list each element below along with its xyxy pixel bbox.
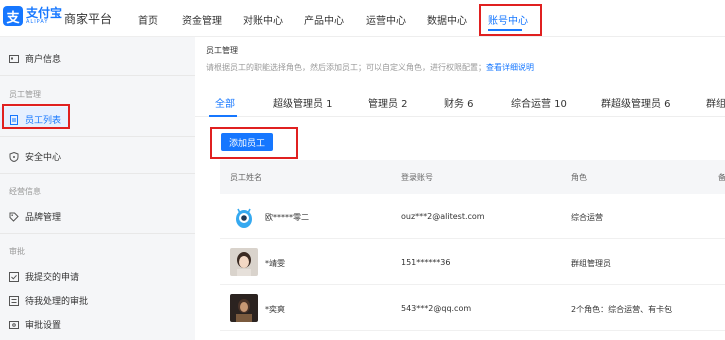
- sidebar-divider: [0, 136, 195, 137]
- top-navigation-bar: 支 支付宝 ALIPAY 商家平台 首页 资金管理 对账中心 产品中心 运营中心…: [0, 0, 725, 37]
- sidebar-item-pending[interactable]: 待我处理的审批: [9, 294, 88, 307]
- sidebar-item-label: 员工列表: [25, 116, 62, 126]
- alipay-logo-icon: 支: [3, 6, 23, 26]
- sidebar-item-label: 审批设置: [25, 321, 62, 331]
- sidebar-divider: [0, 173, 195, 174]
- logo-text-en: ALIPAY: [26, 19, 49, 25]
- table-header: 员工姓名 登录账号 角色 备: [220, 160, 725, 194]
- sidebar-group-approval: 审批: [9, 247, 25, 256]
- staff-role: 2个角色：综合运营、有卡包: [571, 305, 673, 314]
- alipay-logo[interactable]: 支 支付宝 ALIPAY: [3, 6, 62, 26]
- document-icon: [9, 114, 19, 125]
- topnav-account-center[interactable]: 账号中心: [488, 12, 528, 27]
- table-row[interactable]: *奕爽 543***2@qq.com 2个角色：综合运营、有卡包: [220, 286, 725, 331]
- tab-operations[interactable]: 综合运营 10: [511, 95, 567, 110]
- tab-active-indicator: [209, 115, 237, 117]
- avatar: [230, 202, 258, 230]
- column-header-remark: 备: [718, 173, 725, 182]
- sidebar-item-security[interactable]: 安全中心: [9, 150, 61, 163]
- tag-icon: [9, 212, 19, 222]
- sidebar-divider: [0, 75, 195, 76]
- sidebar-group-staff: 员工管理: [9, 90, 41, 99]
- topnav-data[interactable]: 数据中心: [427, 12, 467, 27]
- main-content: 员工管理 请根据员工的职能选择角色，然后添加员工；可以自定义角色，进行权限配置；…: [195, 37, 725, 340]
- checkbox-icon: [9, 271, 19, 282]
- sidebar-item-my-submitted[interactable]: 我提交的申请: [9, 270, 79, 283]
- sidebar-group-operation: 经营信息: [9, 187, 41, 196]
- sidebar-item-label: 品牌管理: [25, 213, 62, 223]
- sidebar: 商户信息 员工管理 员工列表 安全中心 经营信息 品牌管理 审批 我提交的申请: [0, 37, 195, 340]
- topnav-reconciliation[interactable]: 对账中心: [243, 12, 283, 27]
- staff-account: ouz***2@alitest.com: [401, 212, 485, 221]
- tab-all[interactable]: 全部: [215, 95, 235, 110]
- sidebar-item-label: 安全中心: [25, 153, 62, 163]
- staff-role: 群组管理员: [571, 259, 611, 268]
- staff-name: *奕爽: [265, 305, 285, 314]
- page-description: 请根据员工的职能选择角色，然后添加员工；可以自定义角色，进行权限配置；查看详细说…: [206, 62, 534, 73]
- column-header-role: 角色: [571, 173, 587, 182]
- settings-icon: [9, 320, 19, 330]
- staff-account: 543***2@qq.com: [401, 304, 472, 313]
- staff-name: 欧*****零二: [265, 213, 309, 222]
- logo-text-cn: 支付宝: [26, 6, 63, 20]
- table-row[interactable]: 欧*****零二 ouz***2@alitest.com 综合运营: [220, 194, 725, 239]
- page-title: 员工管理: [206, 46, 238, 55]
- topnav-operations[interactable]: 运营中心: [366, 12, 406, 27]
- page-description-text: 请根据员工的职能选择角色，然后添加员工；可以自定义角色，进行权限配置；: [206, 63, 486, 72]
- topnav-funds[interactable]: 资金管理: [182, 12, 222, 27]
- platform-name: 商家平台: [64, 12, 113, 26]
- sidebar-item-label: 待我处理的审批: [25, 297, 89, 307]
- tab-admin[interactable]: 管理员 2: [368, 95, 408, 110]
- staff-role: 综合运营: [571, 213, 603, 222]
- avatar: [230, 248, 258, 276]
- staff-account: 151******36: [401, 258, 451, 267]
- sidebar-item-approval-settings[interactable]: 审批设置: [9, 318, 61, 331]
- column-header-account: 登录账号: [401, 173, 433, 182]
- shield-icon: [9, 151, 19, 162]
- sidebar-item-merchant-info[interactable]: 商户信息: [9, 52, 61, 65]
- tab-group-super-admin[interactable]: 群超级管理员 6: [601, 95, 671, 110]
- tab-super-admin[interactable]: 超级管理员 1: [273, 95, 333, 110]
- sidebar-divider: [0, 233, 195, 234]
- topnav-home[interactable]: 首页: [138, 12, 158, 27]
- topnav-active-indicator: [488, 29, 522, 31]
- avatar: [230, 294, 258, 322]
- column-header-name: 员工姓名: [230, 173, 262, 182]
- topnav-products[interactable]: 产品中心: [304, 12, 344, 27]
- sidebar-item-staff-list[interactable]: 员工列表: [9, 113, 61, 126]
- staff-name: *靖雯: [265, 259, 285, 268]
- add-staff-button[interactable]: 添加员工: [221, 133, 273, 151]
- table-row[interactable]: *靖雯 151******36 群组管理员: [220, 240, 725, 285]
- sidebar-item-brand-management[interactable]: 品牌管理: [9, 210, 61, 223]
- sidebar-item-label: 商户信息: [25, 55, 62, 65]
- role-tabs: 全部 超级管理员 1 管理员 2 财务 6 综合运营 10 群超级管理员 6 群…: [195, 89, 725, 117]
- list-icon: [9, 295, 19, 306]
- id-card-icon: [9, 54, 19, 64]
- view-details-link[interactable]: 查看详细说明: [486, 63, 534, 72]
- tab-finance[interactable]: 财务 6: [444, 95, 474, 110]
- tab-group[interactable]: 群组: [706, 95, 725, 110]
- sidebar-item-label: 我提交的申请: [25, 273, 80, 283]
